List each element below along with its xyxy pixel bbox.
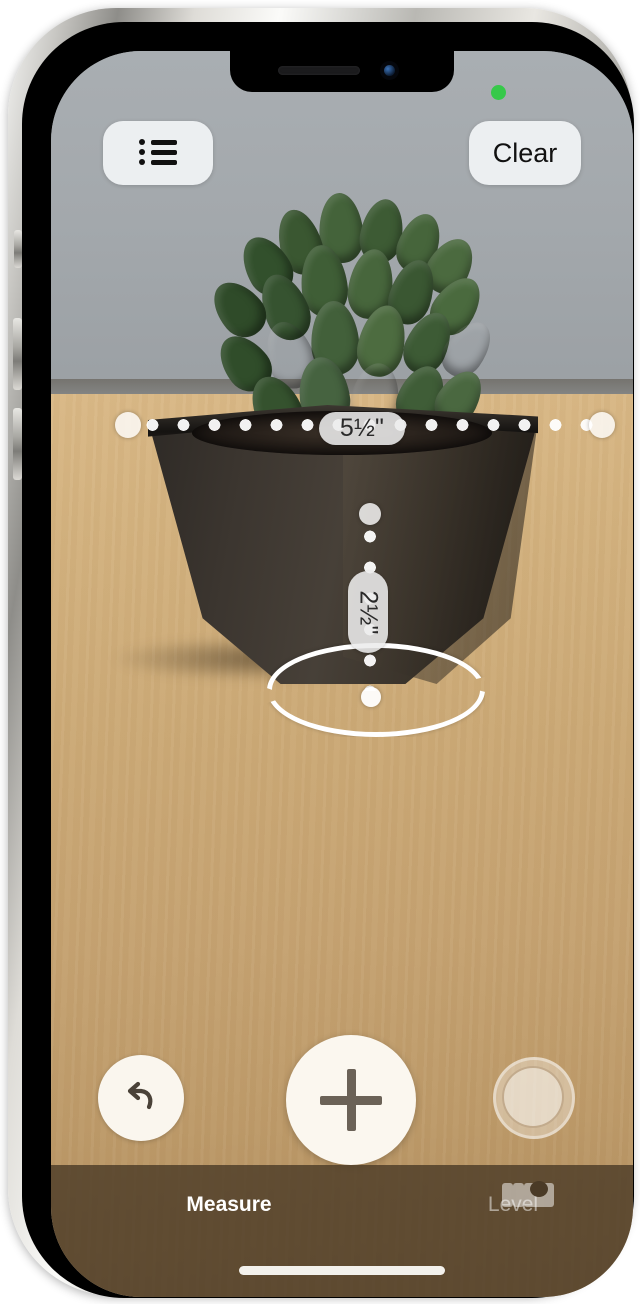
- measurement-endpoint-top[interactable]: [359, 503, 381, 525]
- volume-up-button[interactable]: [13, 318, 22, 390]
- screenshot-stage: 5½" 2½" Clear Measure: [0, 0, 640, 1304]
- list-icon: [139, 139, 177, 167]
- phone-frame: 5½" 2½" Clear Measure: [8, 8, 634, 1298]
- shutter-button[interactable]: [493, 1057, 575, 1139]
- bottom-controls: [51, 1035, 633, 1165]
- home-indicator[interactable]: [239, 1266, 445, 1275]
- measurement-label-horizontal[interactable]: 5½": [319, 412, 405, 445]
- phone-screen: 5½" 2½" Clear Measure: [51, 51, 633, 1297]
- camera-viewfinder[interactable]: 5½" 2½" Clear Measure: [51, 51, 633, 1297]
- add-point-button[interactable]: [286, 1035, 416, 1165]
- measurement-endpoint-left[interactable]: [115, 412, 141, 438]
- measurement-label-vertical-text: 2½": [354, 589, 383, 635]
- measurement-endpoint-right[interactable]: [589, 412, 615, 438]
- undo-arrow-icon: [127, 1081, 153, 1110]
- silent-switch[interactable]: [14, 230, 22, 268]
- tab-measure[interactable]: Measure: [154, 1183, 304, 1217]
- clear-button[interactable]: Clear: [469, 121, 581, 185]
- measurement-endpoint-bottom[interactable]: [361, 687, 381, 707]
- notch: [230, 51, 454, 92]
- front-camera-icon: [380, 61, 399, 80]
- tab-bar: Measure Level: [51, 1165, 633, 1297]
- camera-in-use-indicator: [491, 85, 506, 100]
- tab-measure-label: Measure: [186, 1193, 272, 1216]
- measurement-label-vertical[interactable]: 2½": [348, 571, 388, 653]
- tab-level[interactable]: Level: [438, 1181, 588, 1217]
- plus-icon-horizontal: [320, 1095, 382, 1105]
- measurement-list-button[interactable]: [103, 121, 213, 185]
- undo-button[interactable]: [98, 1055, 184, 1141]
- phone-bezel: 5½" 2½" Clear Measure: [22, 22, 634, 1298]
- volume-down-button[interactable]: [13, 408, 22, 480]
- earpiece-speaker-icon: [278, 66, 360, 75]
